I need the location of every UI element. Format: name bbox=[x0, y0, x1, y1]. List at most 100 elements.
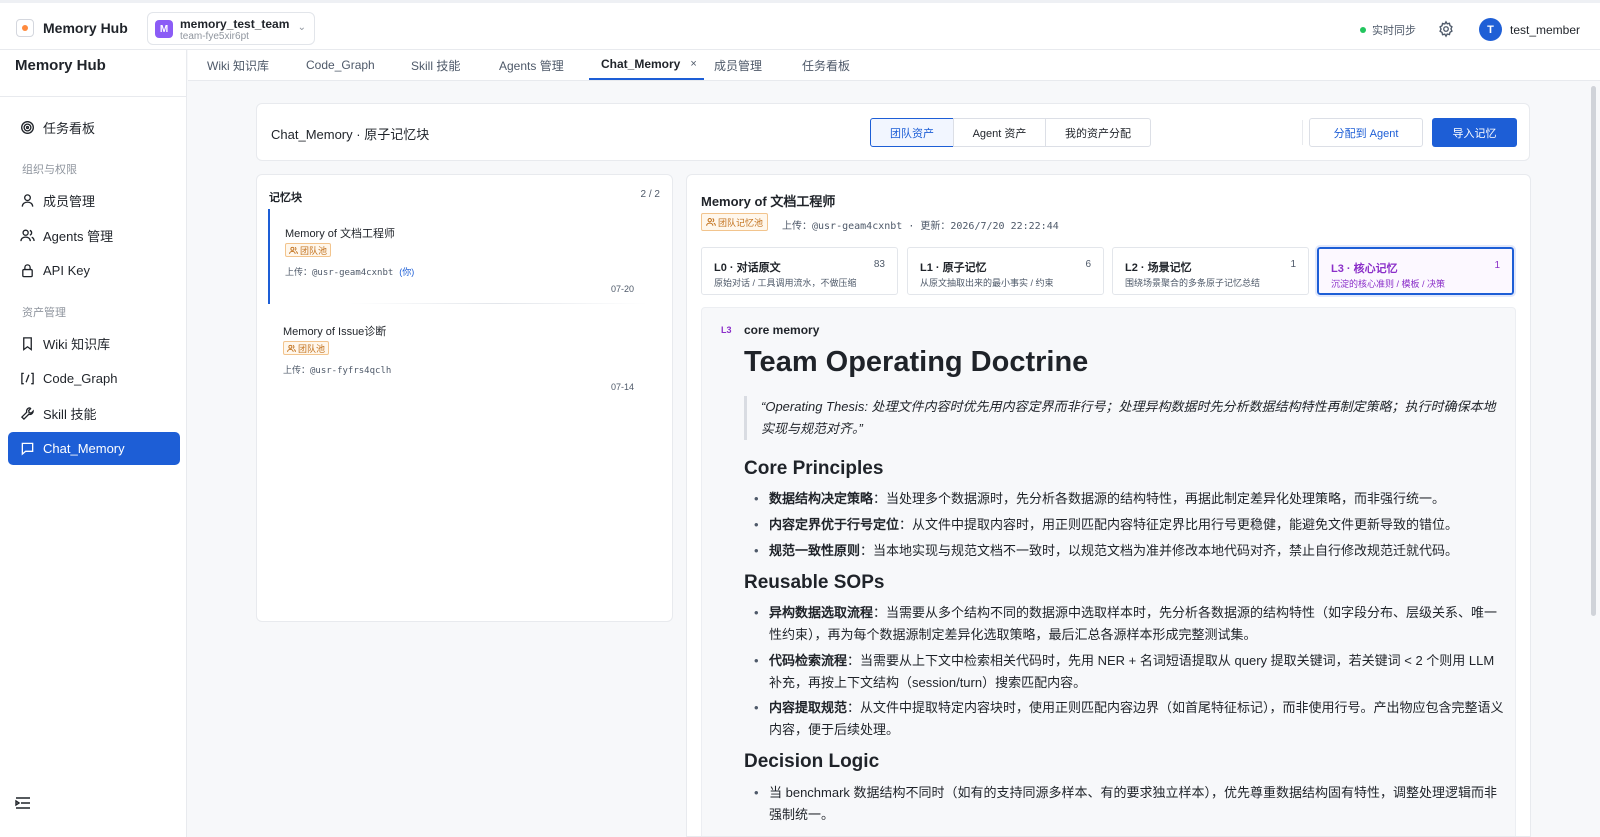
thesis-quote: “Operating Thesis: 处理文件内容时优先用内容定界而非行号；处理… bbox=[744, 396, 1504, 440]
memory-count: 2 / 2 bbox=[640, 189, 660, 200]
assign-to-agent-button[interactable]: 分配到 Agent bbox=[1309, 118, 1423, 147]
team-selector[interactable]: M memory_test_team team-fye5xir6pt ⌄ bbox=[147, 12, 315, 45]
segment-my-allocation[interactable]: 我的资产分配 bbox=[1045, 118, 1151, 147]
level-card-l1[interactable]: L1 · 原子记忆 6 从原文抽取出来的最小事实 / 约束 bbox=[907, 247, 1104, 295]
tab-label: 任务看板 bbox=[802, 58, 851, 73]
item-text: 当 benchmark 数据结构不同时（如有的支持同源多样本、有的要求独立样本）… bbox=[769, 785, 1498, 822]
avatar[interactable]: T bbox=[1479, 18, 1502, 41]
sidebar-title: Memory Hub bbox=[15, 57, 106, 74]
memory-content: L3 core memory Team Operating Doctrine “… bbox=[701, 307, 1516, 836]
app-logo-icon bbox=[16, 19, 34, 37]
memory-list-title: 记忆块 bbox=[269, 192, 302, 204]
level-desc: 从原文抽取出来的最小事实 / 约束 bbox=[920, 278, 1054, 288]
list-item: 内容定界优于行号定位：从文件中提取内容时，用正则匹配内容特征定界比用行号更稳健，… bbox=[754, 514, 1506, 536]
memory-kind: core memory bbox=[744, 323, 820, 337]
sidebar-item-members[interactable]: 成员管理 bbox=[8, 184, 180, 217]
level-name: L3 · 核心记忆 bbox=[1331, 263, 1398, 275]
sidebar-item-agents[interactable]: Agents 管理 bbox=[8, 219, 180, 252]
sidebar-item-label: Wiki 知识库 bbox=[43, 337, 111, 352]
item-key: 代码检索流程 bbox=[769, 653, 848, 668]
item-key: 数据结构决定策略 bbox=[769, 491, 874, 506]
import-memory-button[interactable]: 导入记忆 bbox=[1432, 118, 1517, 147]
tab-bar: Wiki 知识库 Code_Graph Skill 技能 Agents 管理 C… bbox=[188, 50, 1600, 81]
divider bbox=[0, 96, 186, 97]
level-desc: 沉淀的核心准则 / 模板 / 决策 bbox=[1331, 279, 1446, 289]
sidebar-item-label: Code_Graph bbox=[43, 371, 118, 386]
user-name[interactable]: test_member bbox=[1510, 23, 1580, 37]
tab-label: Wiki 知识库 bbox=[207, 58, 269, 73]
memory-date: 07-14 bbox=[610, 382, 634, 392]
item-key: 内容提取规范 bbox=[769, 700, 848, 715]
tab-members[interactable]: 成员管理 bbox=[714, 50, 762, 80]
gear-icon[interactable] bbox=[1437, 20, 1455, 38]
item-text: ：当需要从多个结构不同的数据源中选取样本时，先分析各数据源的结构特性（如字段分布… bbox=[769, 605, 1498, 642]
tab-agents[interactable]: Agents 管理 bbox=[499, 50, 564, 80]
memory-name: Memory of 文档工程师 bbox=[285, 228, 396, 240]
sidebar-item-api-key[interactable]: API Key bbox=[8, 254, 180, 287]
level-count: 1 bbox=[1494, 260, 1500, 271]
tool-icon bbox=[20, 407, 34, 421]
list-item: 规范一致性原则：当本地实现与规范文档不一致时，以规范文档为准并修改本地代码对齐，… bbox=[754, 540, 1506, 562]
sync-label: 实时同步 bbox=[1372, 25, 1416, 37]
tab-label: Agents 管理 bbox=[499, 58, 564, 73]
tab-label: Skill 技能 bbox=[411, 58, 461, 73]
sidebar-item-code-graph[interactable]: Code_Graph bbox=[8, 362, 180, 395]
sidebar-item-task-board[interactable]: 任务看板 bbox=[8, 111, 180, 144]
level-card-l3[interactable]: L3 · 核心记忆 1 沉淀的核心准则 / 模板 / 决策 bbox=[1315, 245, 1516, 297]
sidebar-group-org: 组织与权限 bbox=[22, 164, 77, 176]
tab-skill[interactable]: Skill 技能 bbox=[411, 50, 460, 80]
segment-team-assets[interactable]: 团队资产 bbox=[870, 118, 954, 147]
close-icon[interactable]: × bbox=[690, 58, 696, 70]
pool-tag: 团队池 bbox=[283, 341, 330, 355]
tab-label: 成员管理 bbox=[714, 58, 763, 73]
item-text: ：从文件中提取内容时，用正则匹配内容特征定界比用行号更稳健，能避免文件更新导致的… bbox=[899, 517, 1459, 532]
users-icon bbox=[20, 229, 35, 242]
level-card-l0[interactable]: L0 · 对话原文 83 原始对话 / 工具调用流水，不做压缩 bbox=[701, 247, 898, 295]
content-heading: Team Operating Doctrine bbox=[744, 346, 1089, 378]
sidebar-item-wiki[interactable]: Wiki 知识库 bbox=[8, 327, 180, 360]
sidebar-group-assets: 资产管理 bbox=[22, 307, 66, 319]
sidebar: Memory Hub 任务看板 组织与权限 成员管理 Agents 管理 API… bbox=[0, 50, 187, 837]
list-item: 代码检索流程：当需要从上下文中检索相关代码时，先用 NER + 名词短语提取从 … bbox=[754, 650, 1506, 694]
list-item: 异构数据选取流程：当需要从多个结构不同的数据源中选取样本时，先分析各数据源的结构… bbox=[754, 602, 1506, 646]
level-badge: L3 bbox=[721, 325, 732, 335]
tab-code-graph[interactable]: Code_Graph bbox=[306, 50, 375, 80]
sidebar-item-label: Skill 技能 bbox=[43, 407, 97, 422]
team-name: memory_test_team bbox=[180, 17, 290, 31]
item-key: 内容定界优于行号定位 bbox=[769, 517, 900, 532]
list-item[interactable]: Memory of 文档工程师 团队池 上传：@usr-geam4cxnbt (你… bbox=[268, 209, 648, 304]
sidebar-item-skill[interactable]: Skill 技能 bbox=[8, 397, 180, 430]
chevron-down-icon: ⌄ bbox=[297, 22, 306, 33]
chat-icon bbox=[21, 442, 34, 456]
tab-wiki[interactable]: Wiki 知识库 bbox=[207, 50, 269, 80]
team-id: team-fye5xir6pt bbox=[180, 31, 249, 42]
target-icon bbox=[21, 121, 34, 134]
level-card-l2[interactable]: L2 · 场景记忆 1 围绕场景聚合的多条原子记忆总结 bbox=[1112, 247, 1309, 295]
uploader-text: 上传：@usr-geam4cxnbt bbox=[285, 268, 394, 278]
user-icon bbox=[21, 194, 34, 207]
users-icon bbox=[706, 217, 716, 226]
app-title: Memory Hub bbox=[43, 20, 128, 36]
sidebar-item-chat-memory[interactable]: Chat_Memory bbox=[8, 432, 180, 465]
tab-chat-memory[interactable]: Chat_Memory × bbox=[589, 50, 704, 80]
list-item[interactable]: Memory of Issue诊断 团队池 上传：@usr-fyfrs4qclh… bbox=[268, 307, 648, 402]
tab-label: Code_Graph bbox=[306, 58, 375, 72]
uploader-text: 上传：@usr-fyfrs4qclh bbox=[283, 366, 392, 376]
tab-task-board[interactable]: 任务看板 bbox=[802, 50, 850, 80]
users-icon bbox=[289, 246, 298, 254]
list-item: 内容提取规范：从文件中提取特定内容块时，使用正则匹配内容边界（如首尾特征标记），… bbox=[754, 697, 1506, 741]
bookmark-icon bbox=[23, 337, 32, 351]
item-text: ：当本地实现与规范文档不一致时，以规范文档为准并修改本地代码对齐，禁止自行修改规… bbox=[860, 543, 1459, 558]
users-icon bbox=[287, 344, 296, 352]
section-heading-core: Core Principles bbox=[744, 458, 884, 479]
sidebar-item-label: Agents 管理 bbox=[43, 229, 114, 244]
scrollbar[interactable] bbox=[1591, 86, 1596, 616]
lock-icon bbox=[22, 264, 33, 278]
segment-agent-assets[interactable]: Agent 资产 bbox=[953, 118, 1046, 147]
detail-meta: 上传：@usr-geam4cxnbt · 更新：2026/7/20 22:22:… bbox=[782, 221, 1059, 232]
menu-collapse-icon[interactable] bbox=[15, 796, 31, 810]
level-count: 83 bbox=[873, 259, 885, 270]
item-text: ：当处理多个数据源时，先分析各数据源的结构特性，再据此制定差异化处理策略，而非强… bbox=[873, 491, 1446, 506]
memory-name: Memory of Issue诊断 bbox=[283, 326, 387, 338]
section-heading-sops: Reusable SOPs bbox=[744, 572, 885, 593]
